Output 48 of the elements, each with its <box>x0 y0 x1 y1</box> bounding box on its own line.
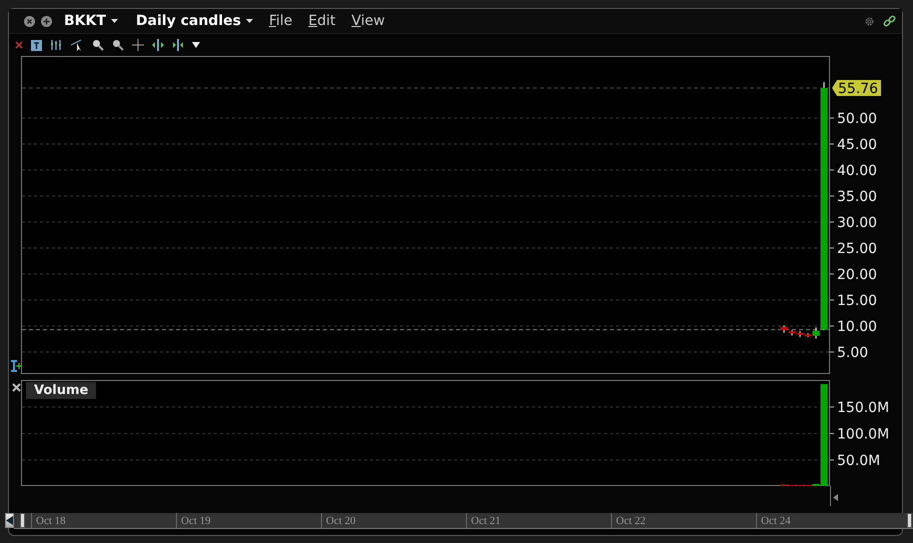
axis-label: 5.00 <box>837 345 868 361</box>
arrow-icon <box>833 494 840 501</box>
axis-label: 10.00 <box>837 319 878 335</box>
date-label: Oct 19 <box>176 512 321 528</box>
scroll-left-button[interactable] <box>5 513 14 528</box>
period-dropdown[interactable]: Daily candles <box>130 13 257 29</box>
caret-icon <box>246 19 253 23</box>
date-label: Oct 22 <box>611 512 756 528</box>
caret-icon <box>110 19 118 23</box>
pointer-icon[interactable] <box>70 39 84 51</box>
axis-label: 50.0M <box>837 453 880 469</box>
axis-icon[interactable] <box>10 360 22 372</box>
menu-item[interactable]: View <box>348 13 389 29</box>
axis-label: 150.0M <box>837 400 890 416</box>
date-label: Oct 18 <box>31 512 176 528</box>
axis-label: 40.00 <box>837 163 878 179</box>
menu-item[interactable]: Edit <box>304 13 340 29</box>
axis-label: 100.0M <box>837 426 890 442</box>
price-tag: 55.76 <box>832 80 881 98</box>
caret-icon[interactable] <box>192 42 200 48</box>
zoom-in-icon[interactable] <box>92 39 104 51</box>
symbol-dropdown[interactable]: BKKT <box>58 13 122 29</box>
date-label: Oct 21 <box>466 512 611 528</box>
expand-icon[interactable] <box>152 39 164 51</box>
add-icon[interactable] <box>41 16 52 26</box>
compress-icon[interactable] <box>172 39 184 51</box>
menu-item[interactable]: File <box>264 13 296 29</box>
axis-label: 15.00 <box>837 293 878 309</box>
axis-label: 50.00 <box>837 111 878 127</box>
scroll-handle[interactable] <box>907 512 912 528</box>
close-icon[interactable] <box>24 16 35 26</box>
settings-icon[interactable] <box>864 16 875 26</box>
axis-label: 45.00 <box>837 137 878 153</box>
bars-icon[interactable] <box>50 39 62 51</box>
panel-title: Volume <box>26 382 96 399</box>
axis-label: 25.00 <box>837 241 878 257</box>
axis-label: 30.00 <box>837 215 878 231</box>
text-tool-icon[interactable] <box>31 40 42 50</box>
close-icon[interactable] <box>12 383 21 392</box>
date-label: Oct 20 <box>321 512 466 528</box>
date-label: Oct 24 <box>756 512 901 528</box>
zoom-out-icon[interactable] <box>112 39 124 51</box>
time-scrollbar[interactable]: Oct 18 Oct 19 Oct 20 Oct 21 Oct 22 Oct 24 <box>14 512 913 528</box>
axis-label: 20.00 <box>837 267 878 283</box>
crosshair-icon[interactable] <box>132 39 144 51</box>
scroll-handle[interactable] <box>20 512 25 528</box>
axis-label: 35.00 <box>837 189 878 205</box>
link-icon[interactable] <box>883 14 896 28</box>
